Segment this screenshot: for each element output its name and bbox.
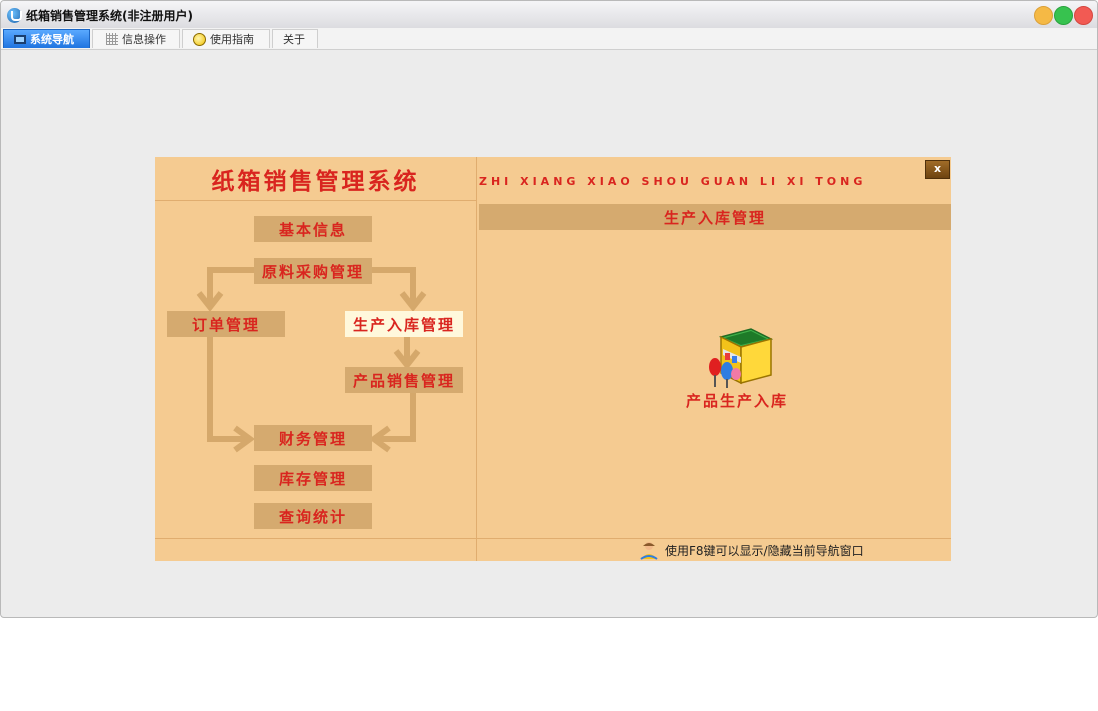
store-icon[interactable] [707,325,775,389]
tab-about[interactable]: 关于 [272,29,318,48]
node-basic-info[interactable]: 基本信息 [254,216,372,242]
bulb-icon [193,32,206,46]
flow-pane-footer-divider [155,538,476,539]
tab-label: 关于 [283,33,305,46]
tab-label: 系统导航 [30,33,74,46]
user-info-icon [640,542,658,560]
tab-system-navigation[interactable]: 系统导航 [3,29,90,48]
tab-user-guide[interactable]: 使用指南 [182,29,270,48]
grid-icon [106,33,118,45]
pinyin-title: ZHI XIANG XIAO SHOU GUAN LI XI TONG [479,175,867,188]
hint-bar: 使用F8键可以显示/隐藏当前导航窗口 [639,540,864,560]
title-bar[interactable]: 纸箱销售管理系统(非注册用户) [1,1,1097,28]
detail-pane: ZHI XIANG XIAO SHOU GUAN LI XI TONG x 生产… [477,157,951,561]
node-finance[interactable]: 财务管理 [254,425,372,451]
node-orders[interactable]: 订单管理 [167,311,285,337]
detail-pane-footer-divider [477,538,951,539]
arrow-orders-to-finance [207,337,247,442]
tab-label: 使用指南 [210,33,254,46]
node-query[interactable]: 查询统计 [254,503,372,529]
flow-pane: 纸箱销售管理系统 基本信息 原料采购管理 订单管理 生产入库管理 产品销售管理 … [155,157,477,561]
tab-bar: 系统导航 信息操作 使用指南 关于 [1,28,1097,50]
maximize-button[interactable] [1054,6,1073,25]
close-panel-button[interactable]: x [925,160,950,179]
hint-text: 使用F8键可以显示/隐藏当前导航窗口 [665,543,864,558]
node-production[interactable]: 生产入库管理 [345,311,463,337]
node-inventory[interactable]: 库存管理 [254,465,372,491]
section-header: 生产入库管理 [479,204,951,230]
tab-label: 信息操作 [122,33,166,46]
close-window-button[interactable] [1074,6,1093,25]
navigation-panel: 纸箱销售管理系统 基本信息 原料采购管理 订单管理 生产入库管理 产品销售管理 … [155,157,951,561]
window-title: 纸箱销售管理系统(非注册用户) [26,9,193,23]
node-sales[interactable]: 产品销售管理 [345,367,463,393]
product-item-label[interactable]: 产品生产入库 [637,390,837,411]
tab-info-operation[interactable]: 信息操作 [92,29,180,48]
monitor-icon [14,34,26,44]
app-logo-icon [7,8,22,23]
minimize-button[interactable] [1034,6,1053,25]
node-purchase[interactable]: 原料采购管理 [254,258,372,284]
